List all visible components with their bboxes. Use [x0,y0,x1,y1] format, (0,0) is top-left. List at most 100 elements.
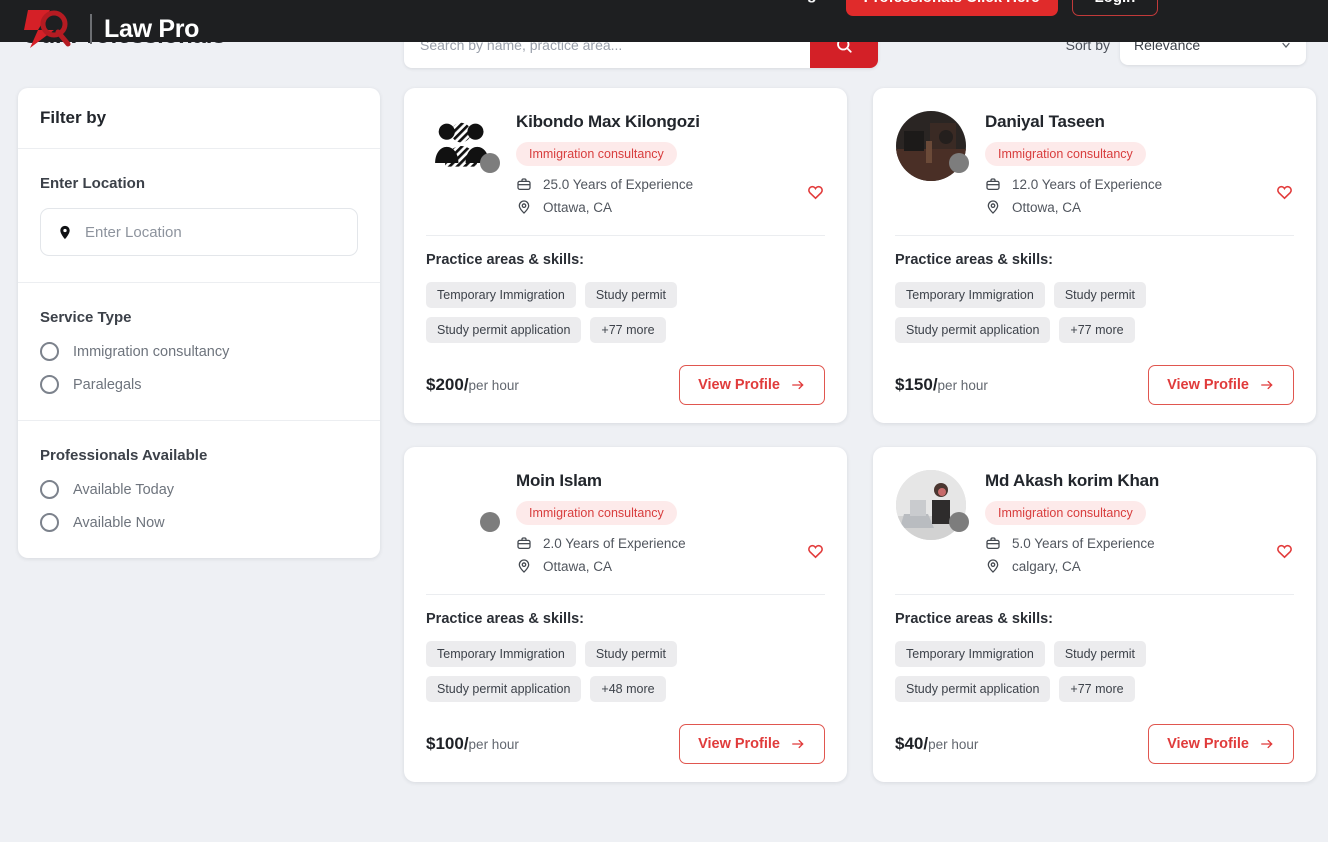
filter-section-availability: Professionals Available Available Today … [18,421,380,558]
meta-block: 12.0 Years of Experience Ottowa, CA [985,176,1294,215]
view-profile-label: View Profile [698,736,780,752]
meta-block: 2.0 Years of Experience Ottawa, CA [516,535,825,574]
price: $40/per hour [895,734,978,754]
chevron-down-icon: ▼ [452,0,461,1]
location-text: calgary, CA [1012,558,1081,574]
radio-paralegals[interactable]: Paralegals [40,375,358,394]
filter-sidebar: Filter by Enter Location Service Type Im… [18,88,380,558]
more-skills-chip[interactable]: +77 more [590,317,666,343]
professionals-click-here-button[interactable]: Professionals Click Here [845,0,1058,16]
professional-name: Moin Islam [516,471,602,490]
card-footer: $150/per hour View Profile [895,365,1294,405]
nav-item-home[interactable]: Home [275,0,319,4]
skills-title: Practice areas & skills: [426,252,584,268]
briefcase-icon [986,537,1000,549]
nav-item-our-services[interactable]: Our Services ▼ [347,0,462,4]
map-pin-icon [60,225,70,239]
more-skills-chip[interactable]: +77 more [1059,676,1135,702]
professional-name: Kibondo Max Kilongozi [516,112,700,131]
experience-row: 25.0 Years of Experience [516,176,806,192]
view-profile-label: View Profile [1167,736,1249,752]
briefcase-icon [986,178,1000,190]
professional-card[interactable]: Daniyal Taseen Immigration consultancy 1… [873,88,1316,423]
favorite-heart-icon[interactable] [806,541,825,560]
map-pin-icon [987,559,999,573]
service-badge: Immigration consultancy [985,501,1146,525]
radio-immigration-consultancy[interactable]: Immigration consultancy [40,342,358,361]
favorite-heart-icon[interactable] [1275,182,1294,201]
skill-chip[interactable]: Study permit [584,282,677,308]
logo-icon [20,8,78,50]
nav-item-how-it-works[interactable]: How it Works [488,0,589,4]
skill-chip[interactable]: Temporary Immigration [895,641,1045,667]
more-skills-chip[interactable]: +48 more [590,676,666,702]
filter-section-service-type: Service Type Immigration consultancy Par… [18,283,380,421]
view-profile-label: View Profile [1167,377,1249,393]
favorite-heart-icon[interactable] [806,182,825,201]
experience-row: 12.0 Years of Experience [985,176,1275,192]
price-amount: $40/ [895,734,929,753]
skill-chips: Temporary Immigration Study permit Study… [426,282,816,343]
professional-card[interactable]: Kibondo Max Kilongozi Immigration consul… [404,88,847,423]
filter-section-location: Enter Location [18,149,380,283]
filter-heading: Filter by [18,88,380,149]
skill-chip[interactable]: Temporary Immigration [895,282,1045,308]
experience-text: 12.0 Years of Experience [1012,176,1163,192]
view-profile-button[interactable]: View Profile [679,365,825,405]
status-dot [949,153,969,173]
location-input-wrapper[interactable] [40,208,358,256]
more-skills-chip[interactable]: +77 more [1059,317,1135,343]
skill-chip[interactable]: Study permit application [426,317,582,343]
skill-chip[interactable]: Study permit [1053,282,1146,308]
arrow-right-icon [792,739,804,749]
view-profile-button[interactable]: View Profile [1148,724,1294,764]
nav-item-blogs[interactable]: Blogs [781,0,825,4]
card-header: Moin Islam Immigration consultancy 2.0 Y… [426,469,825,574]
professionals-grid: Kibondo Max Kilongozi Immigration consul… [404,88,1316,782]
radio-available-now[interactable]: Available Now [40,513,358,532]
experience-row: 5.0 Years of Experience [985,535,1275,551]
top-navbar: Law Pro Home Our Services ▼ How it Works… [0,0,1328,48]
avatar [895,110,969,182]
view-profile-button[interactable]: View Profile [679,724,825,764]
view-profile-button[interactable]: View Profile [1148,365,1294,405]
card-divider [895,235,1294,236]
skill-chips: Temporary Immigration Study permit Study… [895,641,1285,702]
meta-block: 5.0 Years of Experience calgary, CA [985,535,1294,574]
law-pro-logo-mark [24,10,71,48]
skill-chip[interactable]: Study permit [584,641,677,667]
card-info: Moin Islam Immigration consultancy 2.0 Y… [516,469,825,574]
map-pin-icon [518,559,530,573]
location-row: calgary, CA [985,558,1275,574]
professional-card[interactable]: Md Akash korim Khan Immigration consulta… [873,447,1316,782]
price: $200/per hour [426,375,519,395]
login-button[interactable]: Login [1071,0,1159,16]
professional-card[interactable]: Moin Islam Immigration consultancy 2.0 Y… [404,447,847,782]
nav-item-our-professionals[interactable]: Our Professionals [616,0,754,4]
price: $150/per hour [895,375,988,395]
nav-item-label: Home [275,0,319,4]
skills-title: Practice areas & skills: [426,611,584,627]
skill-chip[interactable]: Study permit application [895,317,1051,343]
skills-title: Practice areas & skills: [895,252,1053,268]
skills-title: Practice areas & skills: [895,611,1053,627]
location-row: Ottawa, CA [516,199,806,215]
skill-chip[interactable]: Study permit [1053,641,1146,667]
card-header: Daniyal Taseen Immigration consultancy 1… [895,110,1294,215]
favorite-heart-icon[interactable] [1275,541,1294,560]
location-title: Enter Location [40,175,146,192]
radio-available-today[interactable]: Available Today [40,480,358,499]
skill-chip[interactable]: Temporary Immigration [426,641,576,667]
card-header: Kibondo Max Kilongozi Immigration consul… [426,110,825,215]
meta-lines: 12.0 Years of Experience Ottowa, CA [985,176,1275,215]
skill-chip[interactable]: Study permit application [895,676,1051,702]
skill-chip[interactable]: Temporary Immigration [426,282,576,308]
location-input[interactable] [85,223,341,241]
radio-circle-icon [40,480,59,499]
radio-circle-icon [40,342,59,361]
skill-chip[interactable]: Study permit application [426,676,582,702]
availability-title: Professionals Available [40,447,208,464]
price: $100/per hour [426,734,519,754]
experience-text: 2.0 Years of Experience [543,535,686,551]
brand[interactable]: Law Pro [20,8,199,50]
